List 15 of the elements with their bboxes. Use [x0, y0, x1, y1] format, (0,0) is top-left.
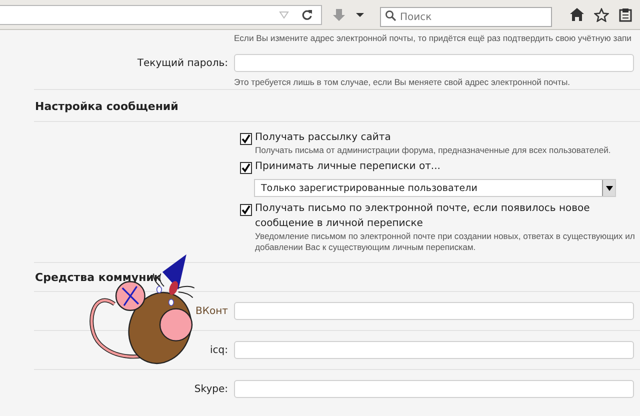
- field-label: icq:: [210, 344, 228, 356]
- section-heading: Настройка сообщений: [34, 99, 180, 115]
- option-description: Уведомление письмом по электронной почте при создании новых, ответах в существующих ил: [254, 231, 636, 242]
- checkbox-label[interactable]: Получать рассылку сайта: [255, 130, 640, 145]
- checkbox-label[interactable]: Получать письмо по электронной почте, если появилось новое сообщение в личной переписке: [255, 201, 640, 231]
- hint-text: Это требуется лишь в том случае, если Вы меняете свой адрес электронной почты.: [234, 76, 570, 86]
- option-description: Получать письма от администрации форума, предназначенные для всех пользователей.: [254, 145, 612, 156]
- dropdown-select[interactable]: Только зарегистрированные пользователи: [254, 179, 616, 197]
- field-label: Текущий пароль:: [137, 58, 228, 68]
- option-description: добавлении Вас к существующим личным перепискам.: [254, 242, 477, 253]
- field-label: Skype:: [194, 384, 228, 394]
- field-label: ВКонт: [196, 306, 228, 316]
- hint-text: Если Вы измените адрес электронной почты, то придётся ещё раз подтвердить свою учётную запи: [234, 32, 632, 42]
- checkbox-label[interactable]: Принимать личные переписки от...: [255, 159, 640, 174]
- search-field[interactable]: Поиск: [380, 7, 552, 27]
